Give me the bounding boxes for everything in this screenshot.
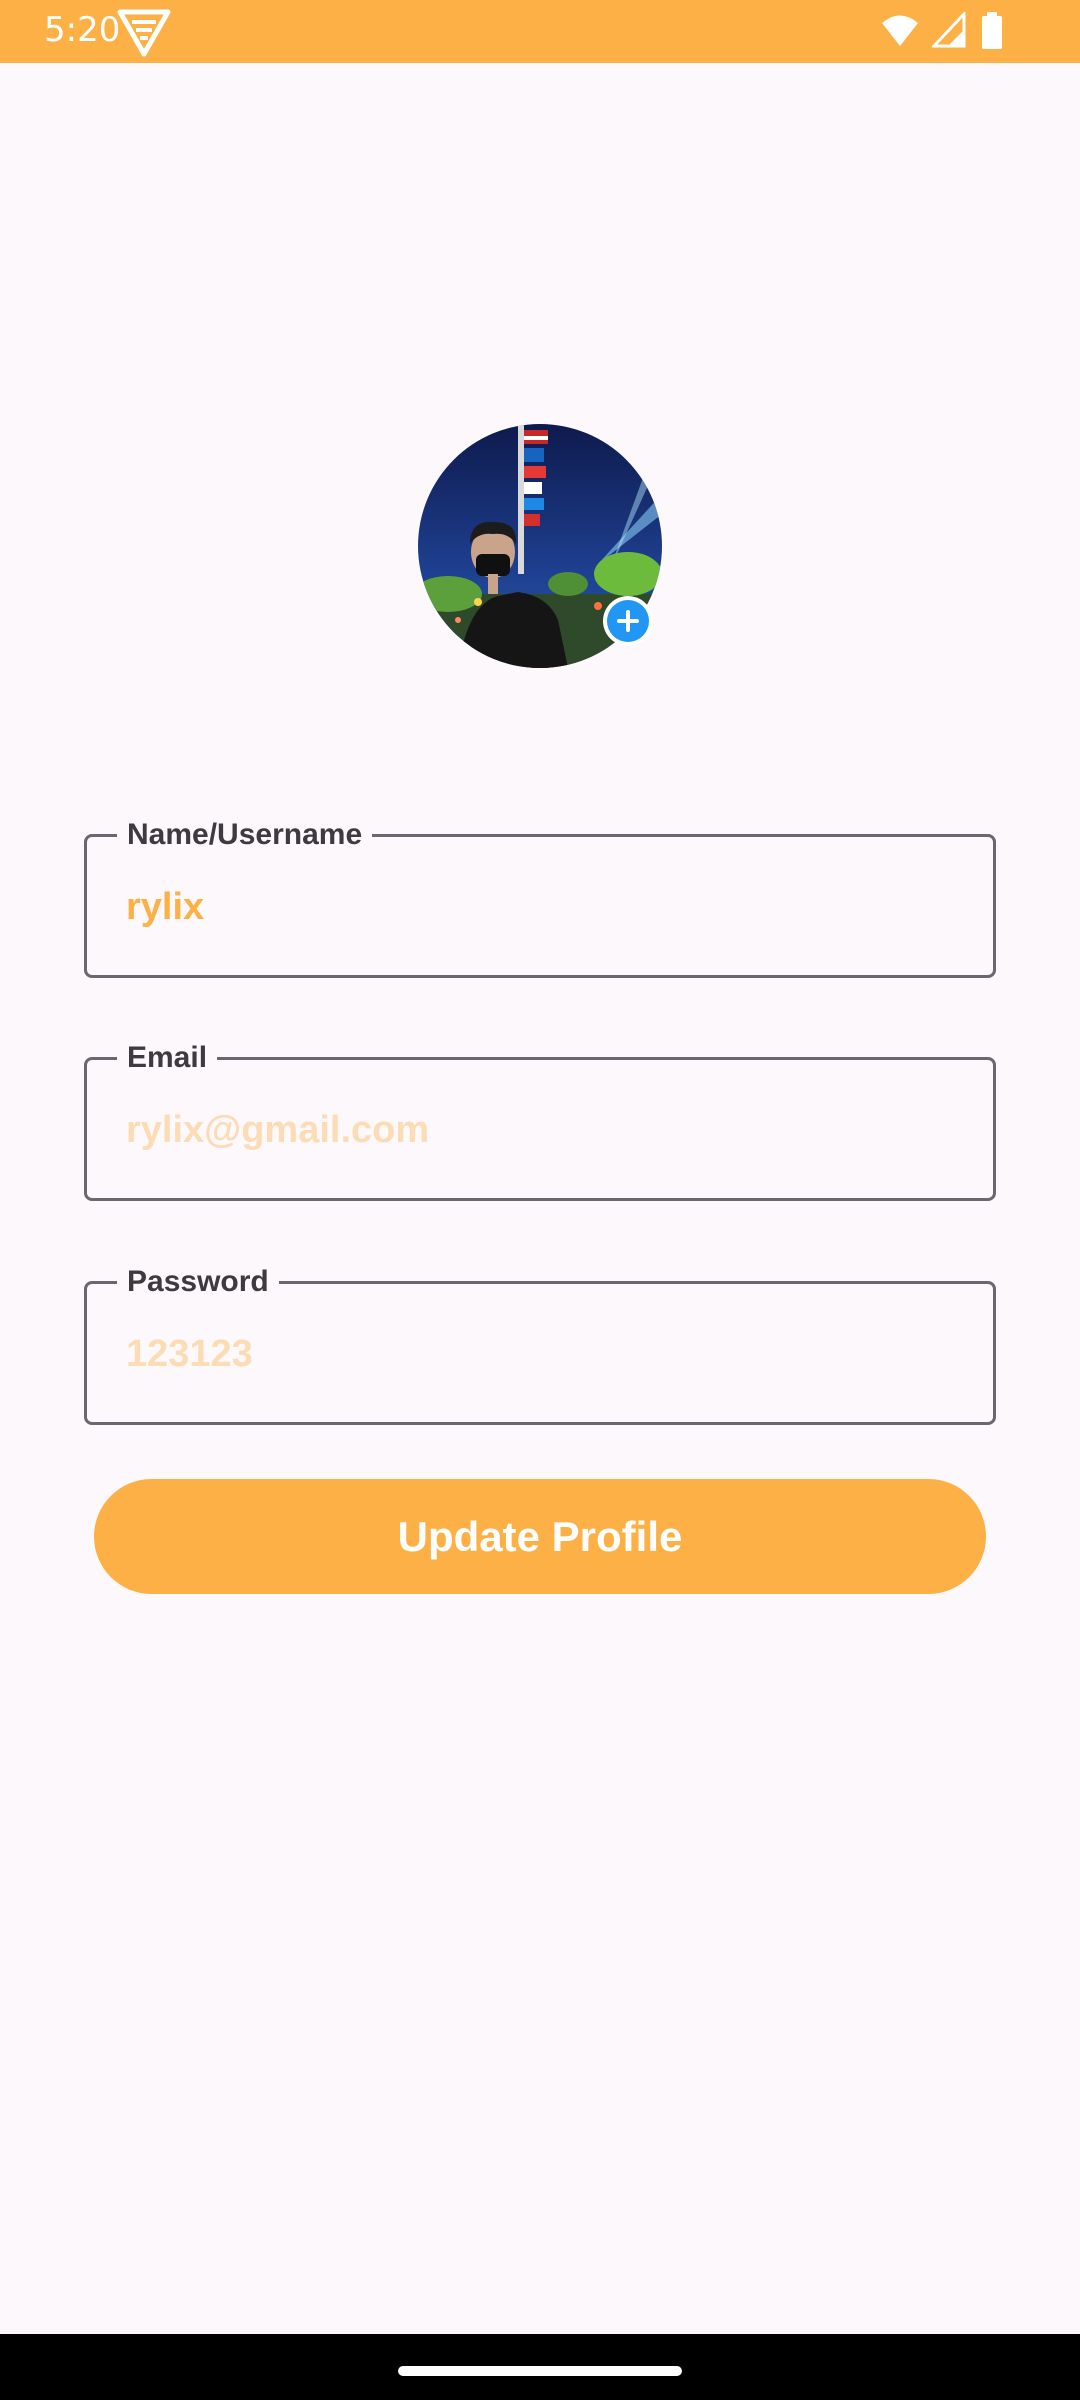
name-field[interactable]: Name/Username [84, 817, 996, 978]
battery-icon [980, 12, 1004, 55]
add-photo-button[interactable] [603, 596, 653, 646]
wifi-icon [880, 12, 920, 53]
name-input[interactable] [126, 881, 946, 933]
email-field[interactable]: Email [84, 1040, 996, 1201]
plus-circle-icon [607, 600, 649, 642]
password-field[interactable]: Password [84, 1264, 996, 1425]
signal-icon [930, 10, 966, 53]
status-icons [880, 10, 1040, 55]
password-input[interactable] [126, 1328, 946, 1380]
name-field-label: Name/Username [117, 817, 373, 853]
update-profile-button[interactable]: Update Profile [94, 1479, 986, 1594]
email-input[interactable] [126, 1104, 946, 1156]
status-bar: 5:20 [0, 0, 1080, 63]
status-time: 5:20 [44, 10, 121, 50]
app-logo-icon [116, 6, 172, 58]
email-field-label: Email [117, 1040, 218, 1076]
password-field-label: Password [117, 1264, 279, 1300]
home-indicator[interactable] [398, 2366, 682, 2376]
